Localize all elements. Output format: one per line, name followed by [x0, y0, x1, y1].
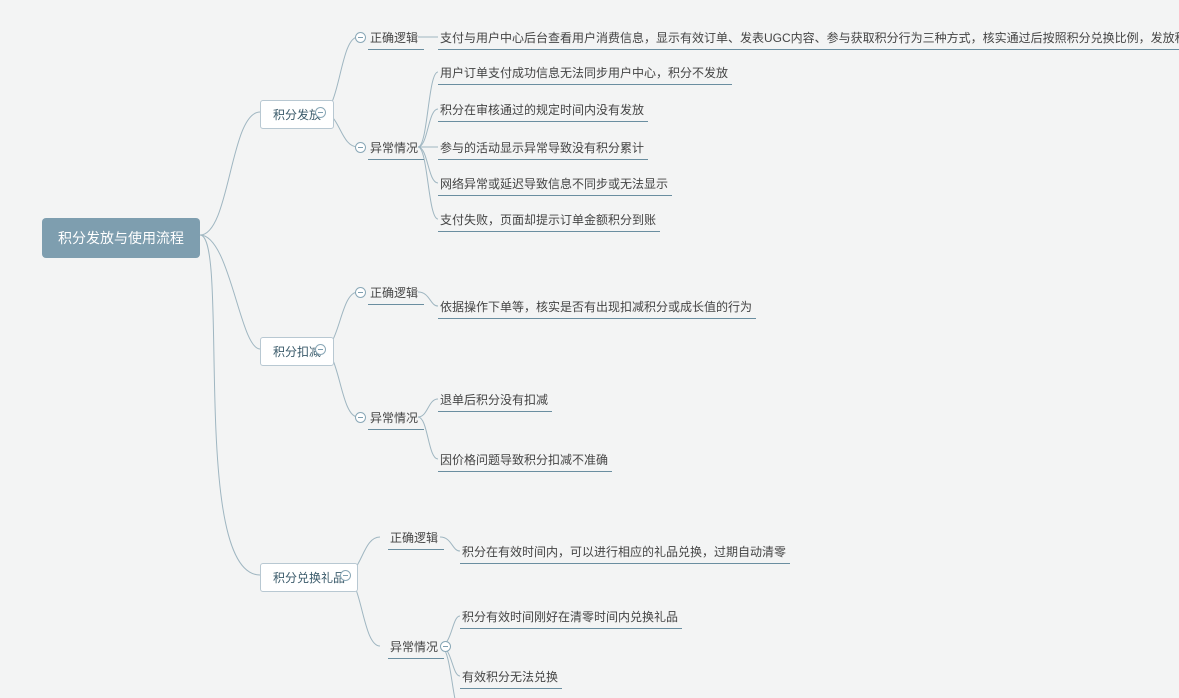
collapse-icon[interactable] [355, 287, 366, 298]
leaf-node[interactable]: 支付失败，页面却提示订单金额积分到账 [438, 209, 660, 232]
leaf-node[interactable]: 积分在有效时间内，可以进行相应的礼品兑换，过期自动清零 [460, 541, 790, 564]
leaf-node[interactable]: 因价格问题导致积分扣减不准确 [438, 449, 612, 472]
leaf-node[interactable]: 积分在审核通过的规定时间内没有发放 [438, 99, 648, 122]
sub-node-correct[interactable]: 正确逻辑 [368, 282, 424, 305]
collapse-icon[interactable] [355, 142, 366, 153]
sub-node-correct[interactable]: 正确逻辑 [368, 27, 424, 50]
root-node[interactable]: 积分发放与使用流程 [42, 218, 200, 258]
collapse-icon[interactable] [355, 32, 366, 43]
leaf-node[interactable]: 用户订单支付成功信息无法同步用户中心，积分不发放 [438, 62, 732, 85]
leaf-node[interactable]: 依据操作下单等，核实是否有出现扣减积分或成长值的行为 [438, 296, 756, 319]
sub-node-exception[interactable]: 异常情况 [388, 636, 444, 659]
leaf-node[interactable]: 积分有效时间刚好在清零时间内兑换礼品 [460, 606, 682, 629]
leaf-node[interactable]: 支付与用户中心后台查看用户消费信息，显示有效订单、发表UGC内容、参与获取积分行… [438, 27, 1179, 50]
leaf-node[interactable]: 退单后积分没有扣减 [438, 389, 552, 412]
leaf-node[interactable]: 参与的活动显示异常导致没有积分累计 [438, 137, 648, 160]
sub-node-correct[interactable]: 正确逻辑 [388, 527, 444, 550]
collapse-icon[interactable] [315, 344, 326, 355]
sub-node-exception[interactable]: 异常情况 [368, 137, 424, 160]
collapse-icon[interactable] [315, 107, 326, 118]
collapse-icon[interactable] [340, 570, 351, 581]
collapse-icon[interactable] [355, 412, 366, 423]
leaf-node[interactable]: 网络异常或延迟导致信息不同步或无法显示 [438, 173, 672, 196]
leaf-node[interactable]: 有效积分无法兑换 [460, 666, 562, 689]
sub-node-exception[interactable]: 异常情况 [368, 407, 424, 430]
collapse-icon[interactable] [440, 641, 451, 652]
